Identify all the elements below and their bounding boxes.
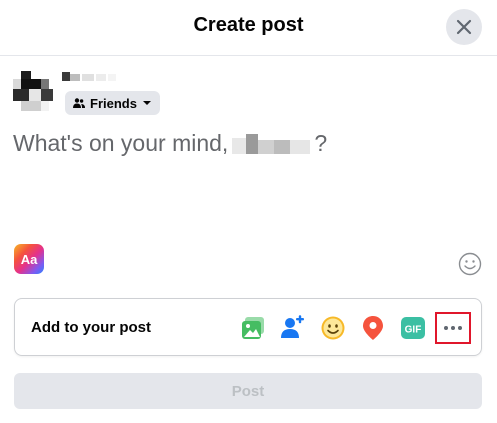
more-icon (444, 326, 462, 330)
post-text-input[interactable]: What's on your mind, ? (13, 130, 327, 157)
text-background-label: Aa (20, 251, 38, 267)
post-button[interactable]: Post (14, 373, 482, 409)
composer-prompt-suffix: ? (314, 130, 328, 156)
add-to-post-label: Add to your post (31, 319, 151, 336)
photo-icon (242, 317, 264, 339)
gif-icon: GIF (401, 317, 425, 339)
close-button[interactable] (446, 9, 482, 45)
author-name (62, 72, 116, 81)
feeling-activity-button[interactable] (317, 312, 349, 344)
add-to-post-panel: Add to your post GIF (14, 298, 482, 356)
text-background-button[interactable]: Aa (14, 244, 44, 274)
avatar[interactable] (13, 71, 53, 111)
friends-icon (73, 98, 85, 108)
audience-selector[interactable]: Friends (65, 91, 160, 115)
dialog-title: Create post (193, 14, 304, 36)
location-pin-icon (363, 316, 383, 340)
composer-prompt-prefix: What's on your mind, (13, 130, 229, 156)
photo-video-button[interactable] (237, 312, 269, 344)
smiley-icon[interactable] (458, 252, 482, 276)
more-options-button[interactable] (435, 312, 471, 344)
close-icon (456, 19, 472, 35)
dialog-header: Create post (0, 0, 497, 56)
gif-button[interactable]: GIF (397, 312, 429, 344)
post-button-label: Post (231, 382, 265, 400)
feeling-icon (321, 316, 345, 340)
caret-down-icon (142, 101, 151, 105)
gif-label: GIF (405, 325, 422, 336)
tag-people-button[interactable] (277, 312, 309, 344)
check-in-button[interactable] (357, 312, 389, 344)
tag-people-icon (281, 315, 304, 338)
user-first-name (232, 133, 311, 154)
audience-label: Friends (90, 95, 137, 111)
